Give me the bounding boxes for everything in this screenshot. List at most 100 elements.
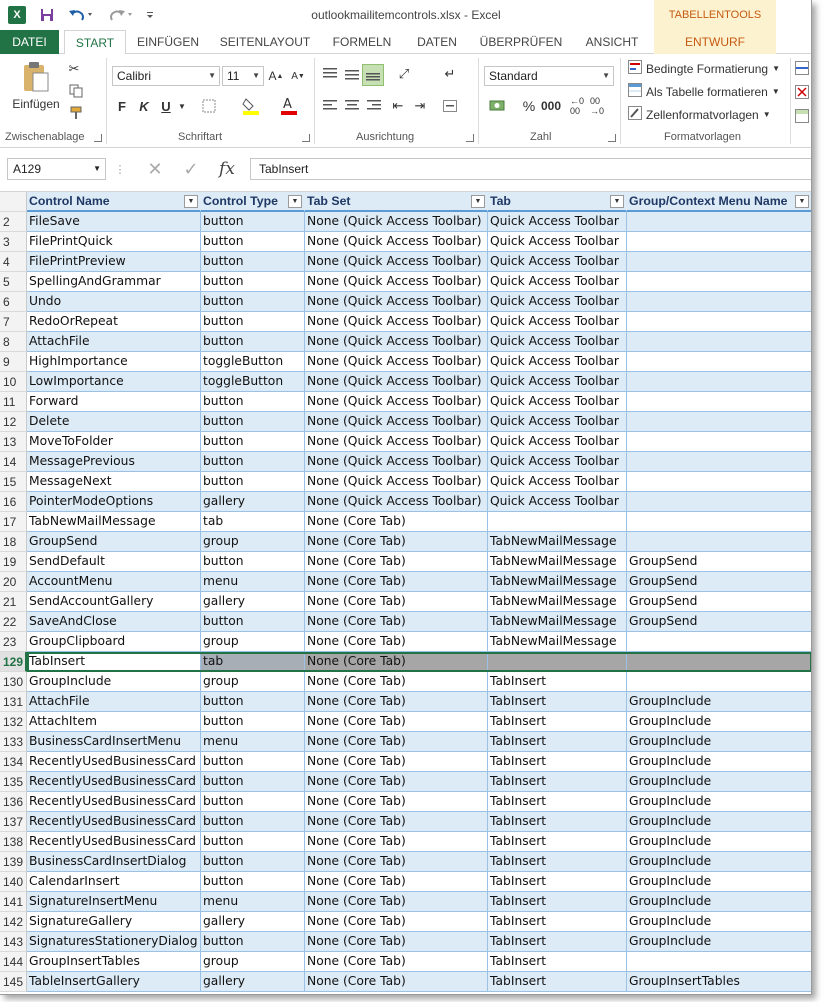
- table-cell[interactable]: Quick Access Toolbar: [488, 312, 627, 332]
- table-cell[interactable]: [627, 952, 811, 972]
- paste-icon[interactable]: [18, 60, 54, 94]
- table-cell[interactable]: None (Quick Access Toolbar): [305, 252, 488, 272]
- table-cell[interactable]: None (Core Tab): [305, 892, 488, 912]
- font-launcher-icon[interactable]: [302, 134, 310, 142]
- table-cell[interactable]: GroupSend: [627, 592, 811, 612]
- table-cell[interactable]: [627, 312, 811, 332]
- table-cell[interactable]: None (Core Tab): [305, 952, 488, 972]
- row-header[interactable]: 137: [0, 812, 27, 832]
- table-cell[interactable]: group: [201, 672, 305, 692]
- table-cell[interactable]: [488, 512, 627, 532]
- table-cell[interactable]: button: [201, 272, 305, 292]
- clipboard-launcher-icon[interactable]: [94, 134, 102, 142]
- table-cell[interactable]: None (Core Tab): [305, 972, 488, 992]
- table-cell[interactable]: MessagePrevious: [27, 452, 201, 472]
- filter-dropdown-icon[interactable]: ▼: [610, 195, 624, 208]
- table-cell[interactable]: GroupInclude: [627, 812, 811, 832]
- table-cell[interactable]: GroupSend: [627, 552, 811, 572]
- table-cell[interactable]: button: [201, 812, 305, 832]
- table-cell[interactable]: button: [201, 212, 305, 232]
- header-cell-control-type[interactable]: Control Type ▼: [201, 192, 305, 212]
- table-cell[interactable]: GroupSend: [627, 612, 811, 632]
- decrease-indent-icon[interactable]: ⇤: [388, 96, 408, 116]
- table-cell[interactable]: None (Core Tab): [305, 772, 488, 792]
- table-cell[interactable]: button: [201, 832, 305, 852]
- row-header[interactable]: 18: [0, 532, 27, 552]
- align-bottom-icon[interactable]: [362, 64, 384, 86]
- table-cell[interactable]: None (Quick Access Toolbar): [305, 292, 488, 312]
- table-cell[interactable]: HighImportance: [27, 352, 201, 372]
- table-cell[interactable]: [627, 392, 811, 412]
- row-header[interactable]: 22: [0, 612, 27, 632]
- table-cell[interactable]: button: [201, 292, 305, 312]
- table-cell[interactable]: GroupInclude: [627, 732, 811, 752]
- table-cell[interactable]: BusinessCardInsertMenu: [27, 732, 201, 752]
- table-cell[interactable]: TabInsert: [488, 812, 627, 832]
- table-cell[interactable]: button: [201, 452, 305, 472]
- table-cell[interactable]: None (Core Tab): [305, 632, 488, 652]
- table-cell[interactable]: button: [201, 312, 305, 332]
- borders-icon[interactable]: [198, 96, 220, 116]
- table-cell[interactable]: None (Core Tab): [305, 852, 488, 872]
- table-cell[interactable]: toggleButton: [201, 352, 305, 372]
- thousands-separator-icon[interactable]: 000: [540, 96, 562, 116]
- wrap-text-icon[interactable]: ↵: [440, 64, 460, 84]
- row-header[interactable]: 19: [0, 552, 27, 572]
- cell-styles-button[interactable]: Zellenformatvorlagen ▼: [628, 106, 771, 123]
- row-header[interactable]: 6: [0, 292, 27, 312]
- table-cell[interactable]: None (Core Tab): [305, 652, 488, 672]
- table-cell[interactable]: TabNewMailMessage: [488, 632, 627, 652]
- table-cell[interactable]: TabInsert: [488, 932, 627, 952]
- table-cell[interactable]: GroupInclude: [27, 672, 201, 692]
- format-cells-icon[interactable]: [794, 108, 810, 124]
- table-cell[interactable]: None (Core Tab): [305, 832, 488, 852]
- table-cell[interactable]: [627, 452, 811, 472]
- table-cell[interactable]: [627, 212, 811, 232]
- insert-function-button[interactable]: fx: [212, 156, 242, 182]
- table-cell[interactable]: CalendarInsert: [27, 872, 201, 892]
- table-cell[interactable]: button: [201, 692, 305, 712]
- table-cell[interactable]: button: [201, 852, 305, 872]
- cut-icon[interactable]: ✂: [66, 60, 82, 78]
- table-cell[interactable]: GroupSend: [27, 532, 201, 552]
- table-cell[interactable]: Quick Access Toolbar: [488, 272, 627, 292]
- row-header[interactable]: 7: [0, 312, 27, 332]
- tab-start[interactable]: START: [64, 30, 126, 55]
- table-cell[interactable]: None (Core Tab): [305, 692, 488, 712]
- row-header[interactable]: 135: [0, 772, 27, 792]
- table-cell[interactable]: TabInsert: [488, 972, 627, 992]
- row-header[interactable]: 15: [0, 472, 27, 492]
- align-top-icon[interactable]: [320, 64, 340, 84]
- row-header[interactable]: 142: [0, 912, 27, 932]
- underline-button[interactable]: U: [158, 96, 174, 116]
- table-cell[interactable]: GroupInclude: [627, 872, 811, 892]
- table-cell[interactable]: GroupInclude: [627, 892, 811, 912]
- table-cell[interactable]: button: [201, 792, 305, 812]
- table-cell[interactable]: GroupInsertTables: [27, 952, 201, 972]
- alignment-launcher-icon[interactable]: [466, 134, 474, 142]
- tab-ueberpruefen[interactable]: ÜBERPRÜFEN: [476, 30, 566, 54]
- table-cell[interactable]: [627, 532, 811, 552]
- table-cell[interactable]: None (Core Tab): [305, 812, 488, 832]
- tab-datei[interactable]: DATEI: [0, 30, 59, 54]
- table-cell[interactable]: TabInsert: [488, 672, 627, 692]
- table-cell[interactable]: AccountMenu: [27, 572, 201, 592]
- table-cell[interactable]: group: [201, 532, 305, 552]
- table-cell[interactable]: TabInsert: [27, 652, 201, 672]
- table-cell[interactable]: [627, 232, 811, 252]
- table-cell[interactable]: [627, 652, 811, 672]
- header-cell-tab-set[interactable]: Tab Set ▼: [305, 192, 488, 212]
- table-cell[interactable]: GroupInclude: [627, 912, 811, 932]
- table-cell[interactable]: button: [201, 252, 305, 272]
- table-cell[interactable]: Undo: [27, 292, 201, 312]
- table-cell[interactable]: None (Core Tab): [305, 592, 488, 612]
- table-cell[interactable]: SignatureInsertMenu: [27, 892, 201, 912]
- table-cell[interactable]: [627, 352, 811, 372]
- table-cell[interactable]: None (Core Tab): [305, 752, 488, 772]
- table-cell[interactable]: button: [201, 412, 305, 432]
- table-cell[interactable]: [627, 432, 811, 452]
- table-cell[interactable]: GroupInclude: [627, 712, 811, 732]
- align-center-icon[interactable]: [342, 96, 362, 116]
- row-header[interactable]: 3: [0, 232, 27, 252]
- table-cell[interactable]: TabInsert: [488, 892, 627, 912]
